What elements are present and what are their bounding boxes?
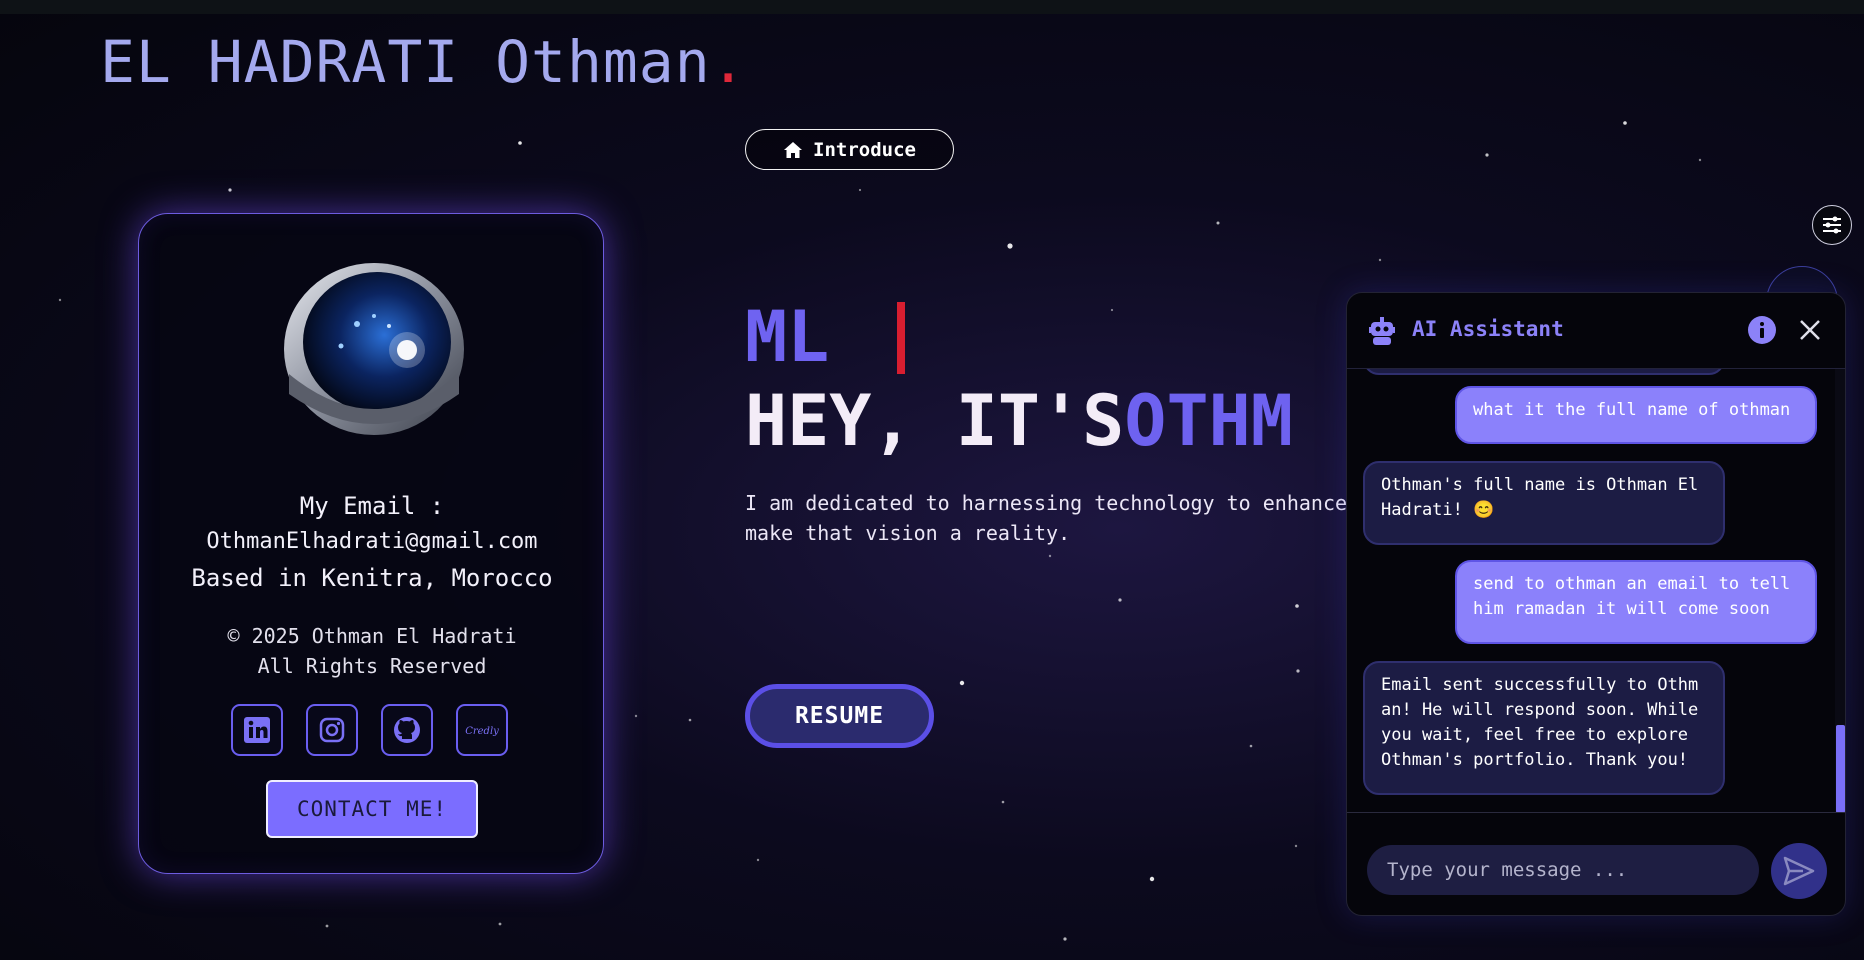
headline-name: OTHM <box>1124 380 1293 462</box>
email-address: OthmanElhadrati@gmail.com <box>206 529 538 554</box>
chat-divider <box>1347 812 1845 813</box>
profile-card: My Email : OthmanElhadrati@gmail.com Bas… <box>138 213 604 874</box>
menu-toggle-button[interactable] <box>1812 205 1852 245</box>
rights-text: All Rights Reserved <box>257 654 487 678</box>
chat-message-input[interactable] <box>1367 845 1759 895</box>
info-icon[interactable] <box>1747 315 1777 345</box>
hero-headline: HEY, IT'SOTHM <box>745 380 1293 462</box>
send-icon <box>1783 856 1815 886</box>
credly-link[interactable]: Credly <box>456 704 508 756</box>
chat-bubble-bot: Othman's full name is Othman El Hadrati!… <box>1363 461 1725 545</box>
chat-header: AI Assistant <box>1347 293 1845 369</box>
astronaut-helmet-image <box>284 263 464 435</box>
chat-messages: what it the full name of othman Othman's… <box>1347 369 1845 812</box>
email-label: My Email : <box>299 492 445 520</box>
headline-greeting: HEY, IT'S <box>745 380 1125 462</box>
send-button[interactable] <box>1771 843 1827 899</box>
credly-icon: Credly <box>465 726 499 737</box>
chat-bubble-user: what it the full name of othman <box>1455 386 1817 444</box>
ai-assistant-chat: AI Assistant what it the full name of ot… <box>1346 292 1846 916</box>
settings-sliders-icon <box>1823 216 1841 234</box>
copyright-text: © 2025 Othman El Hadrati <box>227 624 517 648</box>
introduce-pill[interactable]: Introduce <box>745 129 954 170</box>
typing-cursor <box>897 302 905 374</box>
github-icon <box>394 717 420 743</box>
close-icon[interactable] <box>1797 317 1823 343</box>
social-links: Credly <box>231 704 513 760</box>
github-link[interactable] <box>381 704 433 756</box>
introduce-label: Introduce <box>813 138 916 161</box>
contact-me-button[interactable]: CONTACT ME! <box>266 780 478 838</box>
typing-text: ML <box>745 296 830 378</box>
location-text: Based in Kenitra, Morocco <box>191 564 553 592</box>
linkedin-icon <box>244 717 270 743</box>
linkedin-link[interactable] <box>231 704 283 756</box>
chat-bubble-bot <box>1363 369 1725 375</box>
hero-description: I am dedicated to harnessing technology … <box>745 488 1347 548</box>
chat-bubble-user: send to othman an email to tell him rama… <box>1455 560 1817 644</box>
site-title-text: EL HADRATI Othman <box>100 28 711 96</box>
instagram-icon <box>319 717 345 743</box>
home-icon <box>784 141 803 158</box>
instagram-link[interactable] <box>306 704 358 756</box>
description-line-1: I am dedicated to harnessing technology … <box>745 491 1348 515</box>
site-title-dot: . <box>710 28 747 96</box>
chat-title: AI Assistant <box>1412 317 1564 341</box>
chat-scrollbar-thumb[interactable] <box>1836 725 1845 813</box>
robot-icon <box>1369 317 1395 345</box>
site-title: EL HADRATI Othman. <box>100 28 747 96</box>
chat-bubble-bot: Email sent successfully to Othman! He wi… <box>1363 661 1725 795</box>
resume-button[interactable]: RESUME <box>745 684 934 748</box>
svg-text:Credly: Credly <box>465 726 499 737</box>
description-line-2: make that vision a reality. <box>745 521 1071 545</box>
